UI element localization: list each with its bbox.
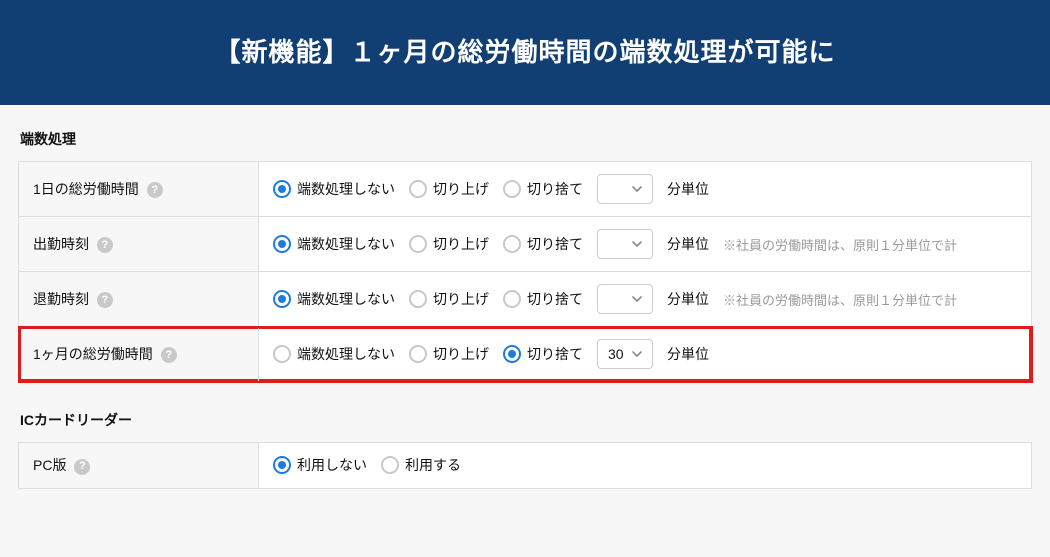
- radio-label: 利用する: [405, 455, 461, 475]
- radio-icon: [409, 180, 427, 198]
- radio-label: 切り上げ: [433, 234, 489, 254]
- radio-on[interactable]: 利用する: [381, 455, 461, 475]
- radio-label: 端数処理しない: [297, 344, 395, 364]
- radio-label: 切り捨て: [527, 234, 583, 254]
- radio-none[interactable]: 端数処理しない: [273, 179, 395, 199]
- radio-label: 切り捨て: [527, 179, 583, 199]
- chevron-down-icon: [632, 349, 642, 359]
- radio-round-up[interactable]: 切り上げ: [409, 344, 489, 364]
- row-controls: 端数処理しない 切り上げ 切り捨て: [259, 162, 1032, 217]
- help-icon[interactable]: ?: [97, 237, 113, 253]
- radio-none[interactable]: 端数処理しない: [273, 289, 395, 309]
- row-label-cell: 1ヶ月の総労働時間 ?: [19, 327, 259, 382]
- radio-icon: [409, 235, 427, 253]
- radio-icon: [409, 290, 427, 308]
- radio-round-down[interactable]: 切り捨て: [503, 289, 583, 309]
- radio-icon: [273, 290, 291, 308]
- radio-round-down[interactable]: 切り捨て: [503, 344, 583, 364]
- radio-icon: [503, 180, 521, 198]
- radio-label: 切り捨て: [527, 344, 583, 364]
- row-label-cell: 出勤時刻 ?: [19, 217, 259, 272]
- minutes-value: 30: [608, 346, 626, 362]
- radio-round-up[interactable]: 切り上げ: [409, 234, 489, 254]
- radio-label: 端数処理しない: [297, 234, 395, 254]
- radio-icon: [273, 180, 291, 198]
- row-label-cell: 退勤時刻 ?: [19, 272, 259, 327]
- chevron-down-icon: [632, 184, 642, 194]
- radio-icon: [381, 456, 399, 474]
- ic-reader-table: PC版 ? 利用しない 利用する: [18, 442, 1032, 489]
- row-label: PC版: [33, 457, 66, 473]
- radio-icon: [273, 345, 291, 363]
- radio-label: 切り上げ: [433, 344, 489, 364]
- radio-label: 切り上げ: [433, 179, 489, 199]
- radio-label: 切り上げ: [433, 289, 489, 309]
- unit-label: 分単位: [667, 234, 709, 254]
- unit-label: 分単位: [667, 289, 709, 309]
- radio-none[interactable]: 端数処理しない: [273, 234, 395, 254]
- radio-round-down[interactable]: 切り捨て: [503, 179, 583, 199]
- help-icon[interactable]: ?: [97, 292, 113, 308]
- hero-banner: 【新機能】１ヶ月の総労働時間の端数処理が可能に: [0, 0, 1050, 105]
- row-monthly-total: 1ヶ月の総労働時間 ? 端数処理しない 切り上げ 切り捨て: [19, 327, 1032, 382]
- radio-icon: [273, 456, 291, 474]
- radio-label: 利用しない: [297, 455, 367, 475]
- radio-round-up[interactable]: 切り上げ: [409, 179, 489, 199]
- minutes-select[interactable]: 30: [597, 339, 653, 369]
- row-controls: 端数処理しない 切り上げ 切り捨て 30: [259, 327, 1032, 382]
- content-area: 端数処理 1日の総労働時間 ? 端数処理しない 切り上げ: [0, 105, 1050, 499]
- radio-icon: [503, 290, 521, 308]
- radio-none[interactable]: 端数処理しない: [273, 344, 395, 364]
- help-icon[interactable]: ?: [161, 347, 177, 363]
- hero-title: 【新機能】１ヶ月の総労働時間の端数処理が可能に: [214, 37, 835, 67]
- minutes-select[interactable]: [597, 229, 653, 259]
- radio-round-up[interactable]: 切り上げ: [409, 289, 489, 309]
- row-label: 1日の総労働時間: [33, 181, 139, 197]
- row-clock-out: 退勤時刻 ? 端数処理しない 切り上げ 切り捨て: [19, 272, 1032, 327]
- radio-icon: [503, 235, 521, 253]
- row-controls: 端数処理しない 切り上げ 切り捨て: [259, 272, 1032, 327]
- row-note: ※社員の労働時間は、原則１分単位で計: [723, 290, 957, 309]
- radio-off[interactable]: 利用しない: [273, 455, 367, 475]
- row-controls: 端数処理しない 切り上げ 切り捨て: [259, 217, 1032, 272]
- row-label: 1ヶ月の総労働時間: [33, 346, 153, 362]
- minutes-select[interactable]: [597, 284, 653, 314]
- help-icon[interactable]: ?: [147, 182, 163, 198]
- radio-icon: [409, 345, 427, 363]
- row-controls: 利用しない 利用する: [259, 443, 1032, 489]
- unit-label: 分単位: [667, 344, 709, 364]
- minutes-select[interactable]: [597, 174, 653, 204]
- section-title-ic-reader: ICカードリーダー: [20, 410, 1032, 430]
- radio-icon: [273, 235, 291, 253]
- help-icon[interactable]: ?: [74, 459, 90, 475]
- row-pc-version: PC版 ? 利用しない 利用する: [19, 443, 1032, 489]
- rounding-table: 1日の総労働時間 ? 端数処理しない 切り上げ 切り捨て: [18, 161, 1032, 382]
- radio-round-down[interactable]: 切り捨て: [503, 234, 583, 254]
- row-note: ※社員の労働時間は、原則１分単位で計: [723, 235, 957, 254]
- row-label: 退勤時刻: [33, 291, 89, 307]
- radio-label: 端数処理しない: [297, 289, 395, 309]
- row-label-cell: PC版 ?: [19, 443, 259, 489]
- radio-label: 切り捨て: [527, 289, 583, 309]
- row-label-cell: 1日の総労働時間 ?: [19, 162, 259, 217]
- section-title-rounding: 端数処理: [20, 129, 1032, 149]
- chevron-down-icon: [632, 294, 642, 304]
- row-clock-in: 出勤時刻 ? 端数処理しない 切り上げ 切り捨て: [19, 217, 1032, 272]
- row-daily-total: 1日の総労働時間 ? 端数処理しない 切り上げ 切り捨て: [19, 162, 1032, 217]
- row-label: 出勤時刻: [33, 236, 89, 252]
- radio-label: 端数処理しない: [297, 179, 395, 199]
- unit-label: 分単位: [667, 179, 709, 199]
- chevron-down-icon: [632, 239, 642, 249]
- radio-icon: [503, 345, 521, 363]
